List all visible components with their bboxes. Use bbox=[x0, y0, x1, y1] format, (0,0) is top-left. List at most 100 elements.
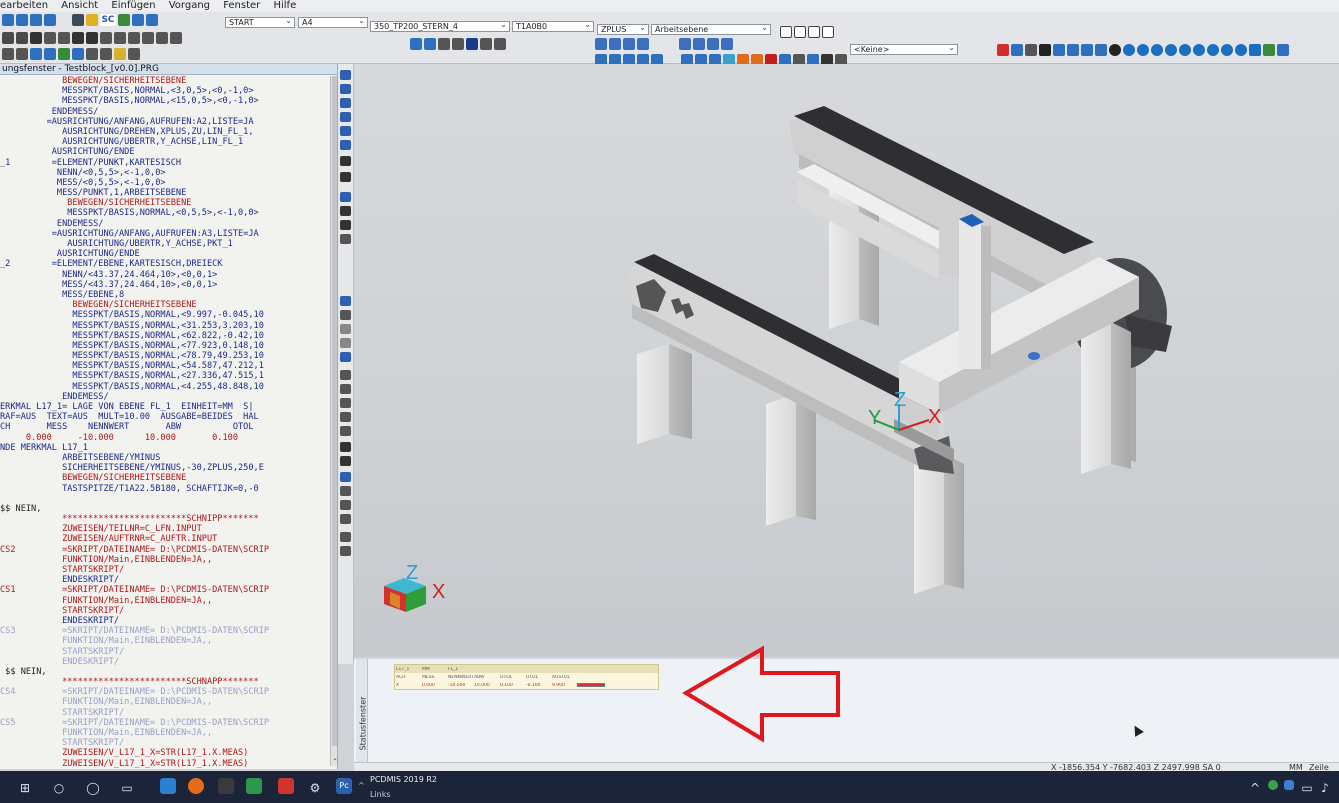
mark-icon[interactable] bbox=[86, 32, 98, 44]
sheet-pin-icon[interactable] bbox=[246, 778, 262, 794]
code-line[interactable]: NDE MERKMAL L17_1 bbox=[0, 443, 330, 453]
code-line[interactable]: NENN/<43.37,24.464,10>,<0,0,1> bbox=[0, 270, 330, 280]
side-tool-icon[interactable] bbox=[340, 172, 351, 182]
cascade-icon[interactable] bbox=[822, 26, 834, 38]
tray-icon[interactable] bbox=[1268, 780, 1278, 790]
side-tool-icon[interactable] bbox=[340, 500, 351, 510]
red-icon[interactable] bbox=[997, 44, 1009, 56]
code-line[interactable]: BEWEGEN/SICHERHEITSEBENE bbox=[0, 198, 330, 208]
chevron-up-icon[interactable]: ^ bbox=[358, 781, 365, 790]
graphics-window-icon[interactable] bbox=[30, 48, 42, 60]
circle-blue7-icon[interactable] bbox=[1207, 44, 1219, 56]
code-line[interactable]: 0.000 -10.000 10.000 0.100 bbox=[0, 433, 330, 443]
code-line[interactable]: TASTSPITZE/T1A22.5B180, SCHAFTIJK=0,-0 bbox=[0, 484, 330, 494]
tool-icon[interactable] bbox=[1249, 44, 1261, 56]
code-line[interactable]: STARTSKRIPT/ bbox=[0, 708, 330, 718]
code-line[interactable]: MESSPKT/BASIS,NORMAL,<4.255,48.848,10 bbox=[0, 382, 330, 392]
camera2-icon[interactable] bbox=[1039, 44, 1051, 56]
network-icon[interactable]: ▭ bbox=[1300, 781, 1314, 795]
side-tool-icon[interactable] bbox=[340, 310, 351, 320]
start-icon[interactable]: ⊞ bbox=[18, 781, 32, 795]
code-line[interactable]: ARBEITSEBENE/YMINUS bbox=[0, 453, 330, 463]
explorer-pin-icon[interactable] bbox=[160, 778, 176, 794]
code-line[interactable]: ************************SCHNIPP******* bbox=[0, 514, 330, 524]
code-line[interactable]: MESS/EBENE,8 bbox=[0, 290, 330, 300]
frame-icon[interactable] bbox=[1053, 44, 1065, 56]
side-tool-icon[interactable] bbox=[340, 472, 351, 482]
side-tool-icon[interactable] bbox=[340, 126, 351, 136]
minimize-icon[interactable] bbox=[780, 26, 792, 38]
plane-icon[interactable] bbox=[623, 38, 635, 50]
code-line[interactable]: AUSRICHTUNG/DREHEN,XPLUS,ZU,LIN_FL_1, bbox=[0, 127, 330, 137]
side-tool-icon[interactable] bbox=[340, 206, 351, 216]
red-app-pin-icon[interactable] bbox=[278, 778, 294, 794]
code-line[interactable]: MESSPKT/BASIS,NORMAL,<9.997,-0.045,10 bbox=[0, 310, 330, 320]
side-tool-icon[interactable] bbox=[340, 140, 351, 150]
edit-mode-icon[interactable] bbox=[16, 48, 28, 60]
side-tool-icon[interactable] bbox=[340, 234, 351, 244]
code-line[interactable]: ZUWEISEN/TEILNR=C_LFN.INPUT bbox=[0, 524, 330, 534]
restore-icon[interactable] bbox=[794, 26, 806, 38]
code-line[interactable]: ENDEMESS/ bbox=[0, 107, 330, 117]
command-icon[interactable] bbox=[72, 48, 84, 60]
status-icon[interactable] bbox=[100, 48, 112, 60]
side-tool-icon[interactable] bbox=[340, 296, 351, 306]
side-tool-icon[interactable] bbox=[340, 324, 351, 334]
code-line[interactable]: ZUWEISEN/AUFTRNR=C_AUFTR.INPUT bbox=[0, 534, 330, 544]
code-line[interactable]: MESSPKT/BASIS,NORMAL,<54.587,47.212,1 bbox=[0, 361, 330, 371]
code-line[interactable]: ************************SCHNAPP******* bbox=[0, 677, 330, 687]
b-icon[interactable] bbox=[466, 38, 478, 50]
menu-einfuegen[interactable]: Einfügen bbox=[111, 0, 155, 12]
code-line[interactable]: =AUSRICHTUNG/ANFANG,AUFRUFEN:A3,LISTE=JA bbox=[0, 229, 330, 239]
status-window-tab[interactable]: Statusfenster bbox=[356, 659, 368, 762]
code-line[interactable]: BEWEGEN/SICHERHEITSEBENE bbox=[0, 473, 330, 483]
code-line[interactable]: AUSRICHTUNG/ENDE bbox=[0, 249, 330, 259]
side-tool-icon[interactable] bbox=[340, 384, 351, 394]
undo-icon[interactable] bbox=[2, 32, 14, 44]
cut-icon[interactable] bbox=[16, 32, 28, 44]
side-tool-icon[interactable] bbox=[340, 220, 351, 230]
mode-icon[interactable] bbox=[2, 48, 14, 60]
code-line[interactable]: CS5 =SKRIPT/DATEINAME= D:\PCDMIS-DATEN\S… bbox=[0, 718, 330, 728]
side-tool-icon[interactable] bbox=[340, 456, 351, 466]
code-line[interactable]: MESSPKT/BASIS,NORMAL,<78.79,49.253,10 bbox=[0, 351, 330, 361]
editor-scrollbar[interactable]: ⌄ bbox=[330, 76, 337, 766]
window-icon[interactable] bbox=[44, 48, 56, 60]
code-line[interactable]: =AUSRICHTUNG/ANFANG,AUFRUFEN:A2,LISTE=JA bbox=[0, 117, 330, 127]
frame2-icon[interactable] bbox=[1067, 44, 1079, 56]
move-icon[interactable] bbox=[424, 38, 436, 50]
firefox-pin-icon[interactable] bbox=[188, 778, 204, 794]
code-line[interactable]: BEWEGEN/SICHERHEITSEBENE bbox=[0, 300, 330, 310]
code-line[interactable]: FUNKTION/Main,EINBLENDEN=JA,, bbox=[0, 596, 330, 606]
code-line[interactable]: AUSRICHTUNG/UBERTR,Y_ACHSE,LIN_FL_1 bbox=[0, 137, 330, 147]
settings-icon[interactable] bbox=[114, 48, 126, 60]
tool2-icon[interactable] bbox=[1263, 44, 1275, 56]
execute-icon[interactable] bbox=[86, 14, 98, 26]
code-line[interactable]: AUSRICHTUNG/ENDE bbox=[0, 147, 330, 157]
code-line[interactable]: STARTSKRIPT/ bbox=[0, 647, 330, 657]
circle-blue5-icon[interactable] bbox=[1179, 44, 1191, 56]
code-line[interactable]: MESSPKT/BASIS,NORMAL,<31.253,3.203,10 bbox=[0, 321, 330, 331]
side-tool-icon[interactable] bbox=[340, 398, 351, 408]
open-icon[interactable] bbox=[16, 14, 28, 26]
code-line[interactable]: ENDESKRIPT/ bbox=[0, 616, 330, 626]
side-tool-icon[interactable] bbox=[340, 98, 351, 108]
code-line[interactable]: ERKMAL L17_1= LAGE VON EBENE FL_1 EINHEI… bbox=[0, 402, 330, 412]
side-tool-icon[interactable] bbox=[340, 546, 351, 556]
side-tool-icon[interactable] bbox=[340, 426, 351, 436]
side-tool-icon[interactable] bbox=[340, 192, 351, 202]
code-line[interactable]: FUNKTION/Main,EINBLENDEN=JA,, bbox=[0, 697, 330, 707]
code-line[interactable]: $$ NEIN, bbox=[0, 504, 330, 514]
circle-blue4-icon[interactable] bbox=[1165, 44, 1177, 56]
side-tool-icon[interactable] bbox=[340, 486, 351, 496]
tray-chevron-icon[interactable]: ^ bbox=[1248, 781, 1262, 795]
circle-black-icon[interactable] bbox=[1109, 44, 1121, 56]
circle-blue2-icon[interactable] bbox=[1137, 44, 1149, 56]
program-combo[interactable]: 350_TP200_STERN_4 bbox=[370, 21, 510, 32]
code-line[interactable]: MESS/PUNKT,1,ARBEITSEBENE bbox=[0, 188, 330, 198]
code-line[interactable]: CS4 =SKRIPT/DATEINAME= D:\PCDMIS-DATEN\S… bbox=[0, 687, 330, 697]
new-icon[interactable] bbox=[2, 14, 14, 26]
menu-hilfe[interactable]: Hilfe bbox=[273, 0, 296, 12]
editor-pin-icon[interactable] bbox=[218, 778, 234, 794]
side-tool-icon[interactable] bbox=[340, 70, 351, 80]
